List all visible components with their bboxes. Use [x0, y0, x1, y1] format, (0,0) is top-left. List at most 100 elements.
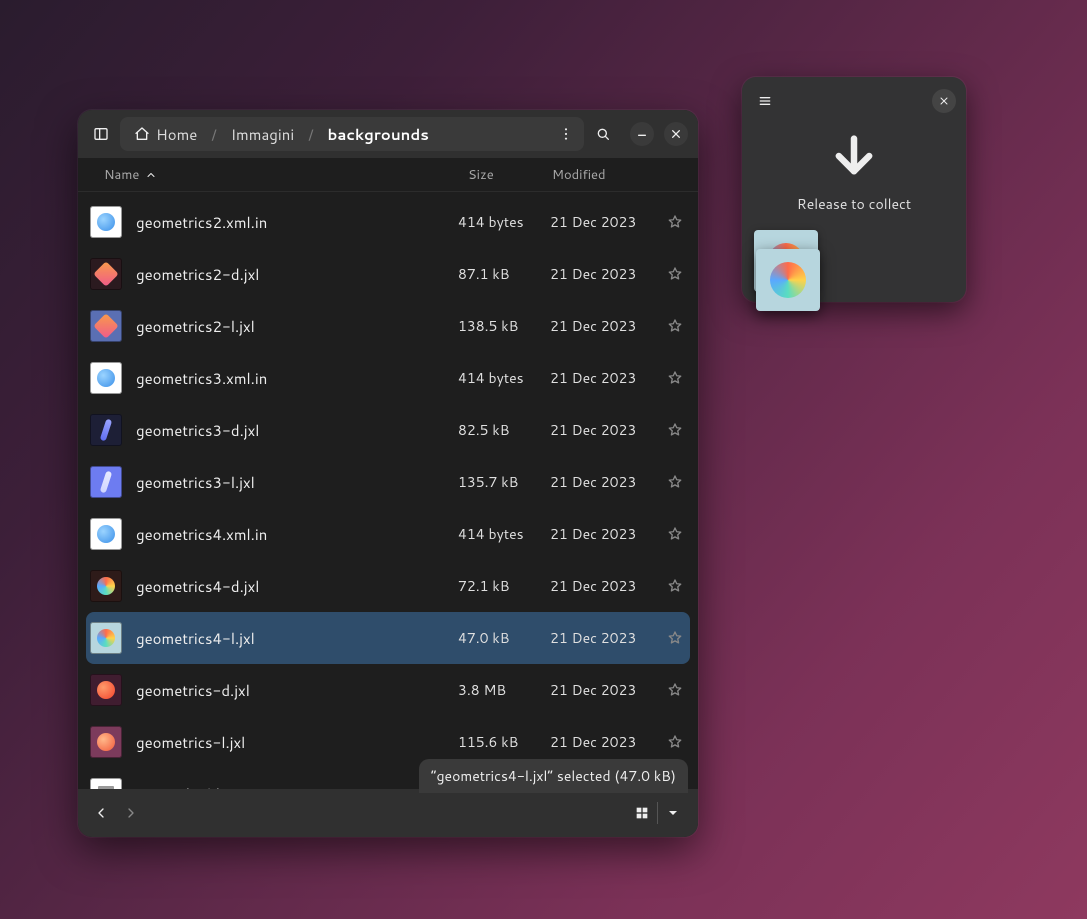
sort-asc-icon: [145, 169, 157, 181]
sidebar-toggle-button[interactable]: [88, 121, 114, 147]
chevron-right-icon: [123, 805, 139, 821]
file-row[interactable]: geometrics-d.jxl3.8 MB21 Dec 2023: [86, 664, 690, 716]
file-size: 414 bytes: [458, 524, 536, 544]
file-row[interactable]: geometrics2.xml.in414 bytes21 Dec 2023: [86, 196, 690, 248]
file-type-icon: [90, 622, 122, 654]
breadcrumb-label: backgrounds: [328, 124, 429, 145]
breadcrumb-label: Home: [156, 124, 197, 145]
drag-preview: [756, 249, 820, 311]
file-size: 3.8 MB: [458, 680, 536, 700]
file-type-icon: [90, 258, 122, 290]
column-name-header[interactable]: Name: [104, 166, 468, 184]
breadcrumb-current[interactable]: backgrounds: [320, 120, 437, 149]
star-button[interactable]: [664, 474, 686, 490]
file-row[interactable]: geometrics3.xml.in 414 bytes 21 Dec 2023: [86, 352, 690, 404]
file-modified: 21 Dec 2023: [550, 628, 650, 648]
close-icon: [668, 126, 684, 142]
breadcrumb-segment[interactable]: Immagini: [223, 120, 302, 149]
file-size: 135.7 kB: [458, 472, 536, 492]
minimize-button[interactable]: [630, 122, 654, 146]
star-icon: [667, 474, 683, 490]
footer-toolbar: [78, 789, 698, 837]
path-menu-button[interactable]: [554, 117, 578, 151]
file-row[interactable]: geometrics4-l.jxl47.0 kB21 Dec 2023: [86, 612, 690, 664]
star-icon: [667, 318, 683, 334]
star-icon: [667, 526, 683, 542]
nav-forward-button[interactable]: [118, 800, 144, 826]
breadcrumb-label: Immagini: [231, 124, 294, 145]
window-controls: [630, 122, 688, 146]
file-name: geometrics4.xml.in: [136, 524, 444, 545]
star-button[interactable]: [664, 578, 686, 594]
file-modified: 21 Dec 2023: [550, 576, 650, 596]
arrow-down-icon: [828, 130, 880, 182]
nav-back-button[interactable]: [88, 800, 114, 826]
file-size: 414 bytes: [458, 368, 536, 388]
star-icon: [667, 734, 683, 750]
hamburger-icon: [757, 93, 773, 109]
column-modified-header[interactable]: Modified: [552, 166, 670, 184]
file-row[interactable]: geometrics4-d.jxl72.1 kB21 Dec 2023: [86, 560, 690, 612]
file-size: 115.6 kB: [458, 732, 536, 752]
search-button[interactable]: [590, 121, 616, 147]
star-button[interactable]: [664, 630, 686, 646]
file-name: geometrics2-l.jxl: [136, 316, 444, 337]
star-button[interactable]: [664, 266, 686, 282]
file-type-icon: [90, 466, 122, 498]
file-list[interactable]: geometrics2.xml.in414 bytes21 Dec 2023ge…: [78, 192, 698, 789]
file-row[interactable]: geometrics3-l.jxl135.7 kB21 Dec 2023: [86, 456, 690, 508]
file-modified: 21 Dec 2023: [550, 316, 650, 336]
selection-status: “geometrics4-l.jxl” selected (47.0 kB): [419, 759, 688, 793]
file-modified: 21 Dec 2023: [550, 368, 650, 388]
file-manager-window: Home / Immagini / backgrounds: [78, 110, 698, 837]
file-name: geometrics-d.jxl: [136, 680, 444, 701]
file-row[interactable]: geometrics2-d.jxl 87.1 kB 21 Dec 2023: [86, 248, 690, 300]
file-size: 414 bytes: [458, 212, 536, 232]
grid-view-button[interactable]: [627, 797, 657, 829]
view-switcher: [627, 797, 688, 829]
file-modified: 21 Dec 2023: [550, 420, 650, 440]
file-type-icon: [90, 726, 122, 758]
home-icon: [134, 126, 150, 142]
star-button[interactable]: [664, 422, 686, 438]
file-name: geometrics3.xml.in: [136, 368, 444, 389]
file-type-icon: [90, 310, 122, 342]
collect-dropzone[interactable]: Release to collect: [752, 115, 956, 228]
file-name: geometrics3-d.jxl: [136, 420, 444, 441]
collect-close-button[interactable]: [932, 89, 956, 113]
breadcrumb-home[interactable]: Home: [126, 120, 205, 149]
star-icon: [667, 214, 683, 230]
file-modified: 21 Dec 2023: [550, 472, 650, 492]
view-options-button[interactable]: [658, 797, 688, 829]
breadcrumb-separator: /: [306, 124, 315, 145]
collect-menu-button[interactable]: [752, 88, 778, 114]
star-button[interactable]: [664, 734, 686, 750]
sidebar-icon: [93, 126, 109, 142]
star-button[interactable]: [664, 318, 686, 334]
file-modified: 21 Dec 2023: [550, 732, 650, 752]
star-button[interactable]: [664, 526, 686, 542]
star-button[interactable]: [664, 214, 686, 230]
kebab-icon: [558, 126, 574, 142]
file-modified: 21 Dec 2023: [550, 264, 650, 284]
file-size: 87.1 kB: [458, 264, 536, 284]
chevron-left-icon: [93, 805, 109, 821]
column-label: Name: [104, 166, 139, 184]
star-icon: [667, 266, 683, 282]
close-button[interactable]: [664, 122, 688, 146]
column-size-header[interactable]: Size: [468, 166, 552, 184]
chevron-down-icon: [665, 805, 681, 821]
file-row[interactable]: geometrics4.xml.in414 bytes21 Dec 2023: [86, 508, 690, 560]
file-name: geometrics4-l.jxl: [136, 628, 444, 649]
collect-label: Release to collect: [797, 194, 911, 214]
star-icon: [667, 682, 683, 698]
file-row[interactable]: geometrics3-d.jxl82.5 kB21 Dec 2023: [86, 404, 690, 456]
star-button[interactable]: [664, 370, 686, 386]
star-icon: [667, 422, 683, 438]
file-name: geometrics2-d.jxl: [136, 264, 444, 285]
star-button[interactable]: [664, 682, 686, 698]
file-type-icon: [90, 778, 122, 789]
star-icon: [667, 578, 683, 594]
file-row[interactable]: geometrics2-l.jxl 138.5 kB 21 Dec 2023: [86, 300, 690, 352]
file-size: 138.5 kB: [458, 316, 536, 336]
